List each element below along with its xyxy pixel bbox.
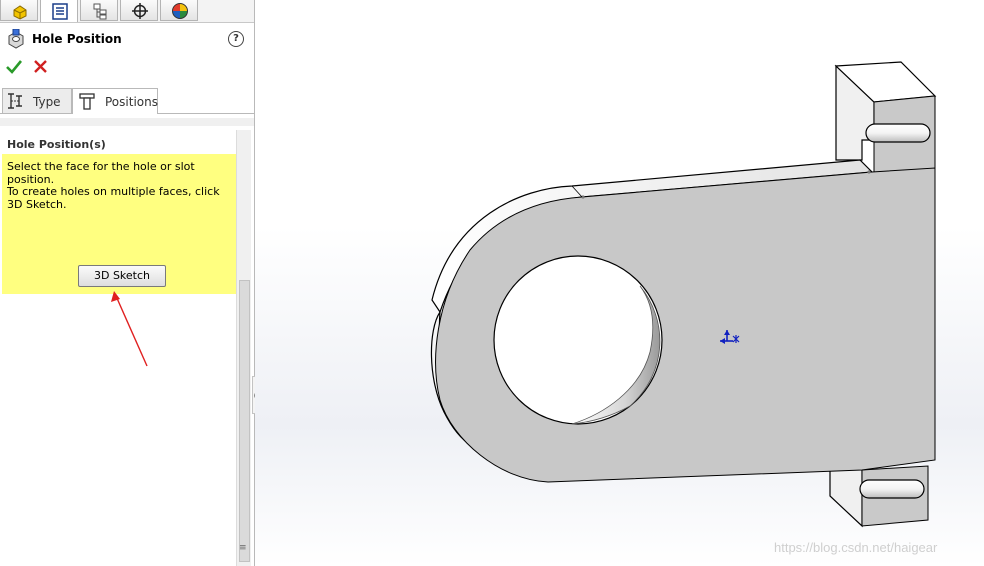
tab-dimxpert-manager[interactable]: [120, 0, 158, 21]
cancel-button[interactable]: [32, 58, 50, 76]
message-text-1: Select the face for the hole or slot pos…: [7, 160, 195, 186]
scroll-grip-icon: ≡: [239, 543, 247, 553]
upper-slot[interactable]: [865, 123, 931, 143]
part-icon: [13, 5, 27, 20]
section-separator: [0, 118, 254, 126]
through-hole[interactable]: [493, 255, 663, 425]
watermark: https://blog.csdn.net/haigear: [774, 540, 938, 555]
tab-positions[interactable]: Positions: [72, 88, 158, 114]
tab-feature-manager[interactable]: [0, 0, 38, 21]
message-box: Select the face for the hole or slot pos…: [2, 154, 236, 294]
vertex-point[interactable]: [867, 170, 871, 174]
hole-position-group: Hole Position(s) Select the face for the…: [2, 132, 236, 296]
scrollbar[interactable]: ≡: [236, 130, 251, 566]
3d-sketch-button[interactable]: 3D Sketch: [78, 265, 166, 287]
hole-type-icon: [8, 93, 22, 109]
property-manager-panel: Hole Position ? Type Positions Hole Posi…: [0, 0, 255, 566]
help-button[interactable]: ?: [228, 31, 244, 47]
tab-property-manager[interactable]: [40, 0, 78, 22]
group-title: Hole Position(s): [7, 138, 106, 151]
property-manager-header: Hole Position ?: [6, 28, 246, 52]
annotation-arrow: [111, 291, 148, 367]
graphics-area[interactable]: https://blog.csdn.net/haigear: [255, 0, 984, 566]
page-title: Hole Position: [32, 32, 122, 46]
property-tabs: Type Positions: [0, 88, 254, 114]
configuration-icon: [93, 3, 107, 20]
tab-display-manager[interactable]: [160, 0, 198, 21]
tab-type[interactable]: Type: [2, 88, 72, 113]
property-manager-icon: [52, 3, 68, 20]
hole-wizard-icon: [8, 29, 24, 49]
hole-position-icon: [79, 93, 95, 110]
scroll-thumb[interactable]: [239, 280, 250, 562]
crosshair-icon: [132, 3, 148, 19]
tab-configuration-manager[interactable]: [80, 0, 118, 21]
lower-slot[interactable]: [859, 479, 925, 499]
manager-tabs: [0, 0, 254, 23]
checkmark-icon: [6, 60, 23, 74]
tab-positions-label: Positions: [105, 95, 158, 109]
tab-type-label: Type: [33, 95, 61, 109]
part-model[interactable]: [255, 0, 984, 566]
display-manager-icon: [172, 3, 188, 19]
message-text-2: To create holes on multiple faces, click…: [7, 185, 220, 211]
ok-button[interactable]: [5, 58, 23, 76]
cross-icon: [34, 60, 47, 73]
